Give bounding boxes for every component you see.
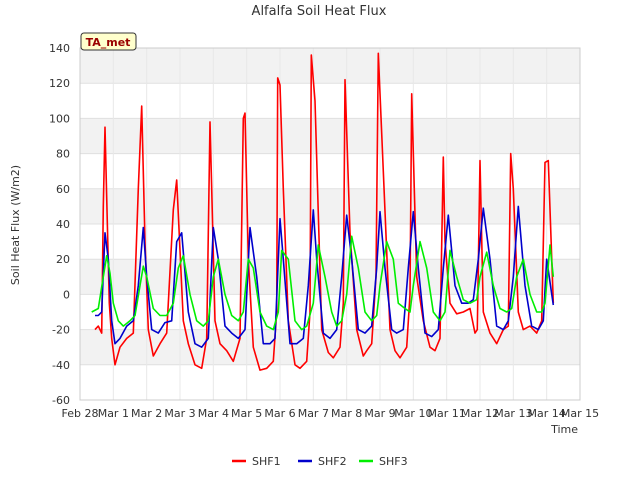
- legend: SHF1 SHF2 SHF3: [232, 455, 408, 468]
- plot-band: [80, 259, 580, 295]
- badge: TA_met: [80, 32, 137, 51]
- plot-band: [80, 48, 580, 84]
- plot-band: [80, 118, 580, 154]
- x-tick-label: Mar 9: [364, 407, 395, 420]
- plot-band: [80, 153, 580, 189]
- x-tick-label: Mar 4: [198, 407, 229, 420]
- x-tick-label: Mar 2: [131, 407, 162, 420]
- y-tick-label: -60: [52, 394, 70, 407]
- plot-band: [80, 364, 580, 400]
- legend-label-shf1: SHF1: [252, 455, 281, 468]
- x-axis-label: Time: [550, 423, 578, 436]
- x-tick-label: Mar 7: [298, 407, 329, 420]
- x-tick-label: Mar 15: [561, 407, 599, 420]
- y-tick-label: 140: [49, 42, 70, 55]
- y-tick-label: 40: [56, 218, 70, 231]
- y-axis-ticks: -60 -40 -20 0 20 40 60 80 100 120 140: [49, 42, 70, 407]
- x-tick-label: Mar 8: [331, 407, 362, 420]
- plot-band: [80, 188, 580, 224]
- x-tick-label: Mar 1: [98, 407, 129, 420]
- legend-label-shf3: SHF3: [379, 455, 408, 468]
- x-tick-label: Mar 5: [231, 407, 262, 420]
- x-tick-label: Mar 6: [264, 407, 295, 420]
- y-axis-label: Soil Heat Flux (W/m2): [9, 165, 22, 285]
- chart-title: Alfalfa Soil Heat Flux: [252, 4, 387, 19]
- y-tick-label: 60: [56, 183, 70, 196]
- plot-band: [80, 224, 580, 260]
- y-tick-label: 0: [63, 288, 70, 301]
- y-tick-label: 120: [49, 77, 70, 90]
- y-tick-label: 100: [49, 112, 70, 125]
- plot-band: [80, 83, 580, 119]
- x-tick-label: Feb 28: [62, 407, 99, 420]
- badge-label: TA_met: [86, 36, 131, 49]
- y-tick-label: 20: [56, 253, 70, 266]
- x-tick-label: Mar 3: [164, 407, 195, 420]
- plot-band: [80, 329, 580, 365]
- y-tick-label: -20: [52, 324, 70, 337]
- y-tick-label: 80: [56, 148, 70, 161]
- legend-label-shf2: SHF2: [318, 455, 347, 468]
- chart-svg: Alfalfa Soil Heat Flux -60 -40 -20 0 20 40 60 8…: [9, 4, 600, 468]
- x-axis-ticks: Feb 28 Mar 1 Mar 2 Mar 3 Mar 4 Mar 5 Mar 6 Mar …: [62, 407, 600, 420]
- y-tick-label: -40: [52, 359, 70, 372]
